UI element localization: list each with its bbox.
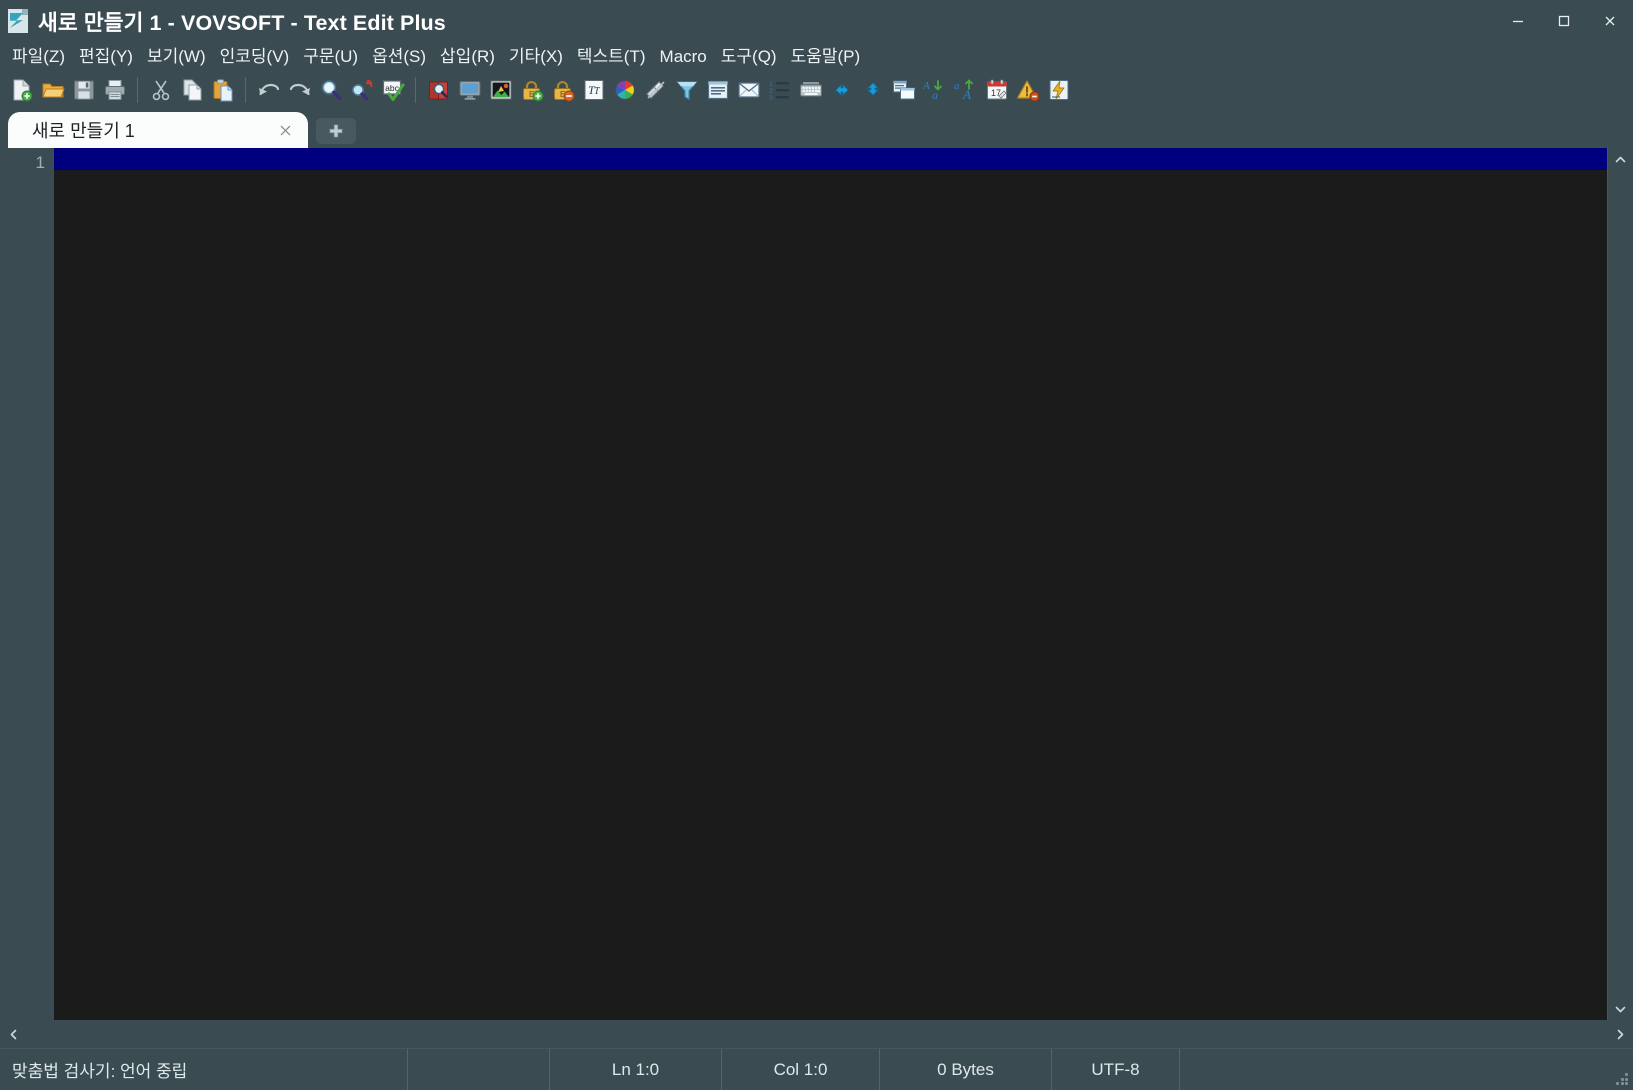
menu-item-tools[interactable]: 도구(Q)	[714, 45, 784, 68]
svg-text:a: a	[932, 88, 938, 102]
close-button[interactable]	[1587, 0, 1633, 42]
chevron-up-icon[interactable]	[1608, 148, 1633, 170]
monitor-preview-icon[interactable]	[454, 74, 485, 106]
save-icon[interactable]	[68, 74, 99, 106]
toolbar-separator	[137, 77, 138, 103]
print-icon[interactable]	[99, 74, 130, 106]
open-folder-icon[interactable]	[37, 74, 68, 106]
window-controls	[1495, 0, 1633, 42]
tab-bar: 새로 만들기 1	[0, 110, 1633, 148]
image-icon[interactable]	[485, 74, 516, 106]
menu-bar: 파일(Z) 편집(Y) 보기(W) 인코딩(V) 구문(U) 옵션(S) 삽입(…	[0, 42, 1633, 70]
window-title: 새로 만들기 1 - VOVSOFT - Text Edit Plus	[38, 10, 446, 35]
chevron-right-icon[interactable]	[1607, 1022, 1633, 1048]
maximize-button[interactable]	[1541, 0, 1587, 42]
spellcheck-icon[interactable]: abc	[377, 74, 408, 106]
warning-triangle-icon[interactable]	[1012, 74, 1043, 106]
menu-item-insert[interactable]: 삽입(R)	[433, 45, 502, 68]
close-icon[interactable]	[272, 117, 298, 143]
toolbar-separator	[245, 77, 246, 103]
svg-text:A: A	[923, 80, 930, 92]
email-icon[interactable]	[733, 74, 764, 106]
status-rest	[1180, 1049, 1633, 1090]
menu-item-encoding[interactable]: 인코딩(V)	[213, 45, 297, 68]
undo-icon[interactable]	[253, 74, 284, 106]
svg-text:3: 3	[769, 95, 773, 102]
menu-item-misc[interactable]: 기타(X)	[502, 45, 570, 68]
menu-item-syntax[interactable]: 구문(U)	[296, 45, 365, 68]
status-line: Ln 1:0	[550, 1049, 722, 1090]
keyboard-icon[interactable]	[795, 74, 826, 106]
encrypt-lock-icon[interactable]: E	[516, 74, 547, 106]
tab-label: 새로 만들기 1	[32, 121, 135, 141]
vertical-arrows-icon[interactable]	[857, 74, 888, 106]
sort-descending-icon[interactable]: A a	[919, 74, 950, 106]
status-encoding[interactable]: UTF-8	[1052, 1049, 1180, 1090]
minimize-button[interactable]	[1495, 0, 1541, 42]
menu-item-options[interactable]: 옵션(S)	[365, 45, 433, 68]
current-line-highlight	[54, 148, 1607, 170]
chevron-down-icon[interactable]	[1608, 998, 1633, 1020]
pen-icon[interactable]	[640, 74, 671, 106]
resize-grip[interactable]	[1615, 1072, 1628, 1085]
toolbar-separator	[415, 77, 416, 103]
svg-text:a: a	[954, 80, 960, 92]
menu-item-macro[interactable]: Macro	[653, 45, 714, 68]
status-bar: 맞춤법 검사기: 언어 중립 Ln 1:0 Col 1:0 0 Bytes UT…	[0, 1048, 1633, 1090]
status-column: Col 1:0	[722, 1049, 880, 1090]
status-spellchecker[interactable]: 맞춤법 검사기: 언어 중립	[0, 1049, 408, 1090]
redo-icon[interactable]	[284, 74, 315, 106]
menu-item-help[interactable]: 도움말(P)	[784, 45, 868, 68]
document-app-icon	[8, 9, 28, 33]
vertical-scrollbar[interactable]	[1607, 148, 1633, 1020]
decrypt-lock-icon[interactable]: E	[547, 74, 578, 106]
code-editor[interactable]	[54, 148, 1607, 1020]
plus-icon[interactable]	[316, 118, 356, 144]
window-merge-icon[interactable]	[888, 74, 919, 106]
new-file-icon[interactable]	[6, 74, 37, 106]
title-bar: 새로 만들기 1 - VOVSOFT - Text Edit Plus	[0, 0, 1633, 42]
find-replace-icon[interactable]	[346, 74, 377, 106]
dictionary-lookup-icon[interactable]	[423, 74, 454, 106]
svg-text:1: 1	[769, 81, 773, 88]
sort-ascending-icon[interactable]: a A	[950, 74, 981, 106]
menu-item-edit[interactable]: 편집(Y)	[72, 45, 140, 68]
menu-item-file[interactable]: 파일(Z)	[5, 45, 72, 68]
status-blank	[408, 1049, 550, 1090]
calendar-icon[interactable]: 17	[981, 74, 1012, 106]
find-icon[interactable]	[315, 74, 346, 106]
macro-lightning-icon[interactable]	[1043, 74, 1074, 106]
line-number: 1	[35, 153, 45, 172]
editor-area: 1	[0, 148, 1633, 1020]
toolbar: abc E E T T 1 2 3 A a a A 17	[0, 70, 1633, 110]
status-filesize: 0 Bytes	[880, 1049, 1052, 1090]
color-wheel-icon[interactable]	[609, 74, 640, 106]
filter-funnel-icon[interactable]	[671, 74, 702, 106]
tab-new-document-1[interactable]: 새로 만들기 1	[8, 112, 308, 148]
menu-item-view[interactable]: 보기(W)	[140, 45, 213, 68]
svg-text:2: 2	[769, 88, 773, 95]
numbered-list-icon[interactable]: 123	[764, 74, 795, 106]
horizontal-arrows-icon[interactable]	[826, 74, 857, 106]
horizontal-scrollbar[interactable]	[0, 1020, 1633, 1048]
chevron-left-icon[interactable]	[0, 1022, 26, 1048]
copy-icon[interactable]	[176, 74, 207, 106]
lines-list-icon[interactable]	[702, 74, 733, 106]
paste-icon[interactable]	[207, 74, 238, 106]
menu-item-text[interactable]: 텍스트(T)	[570, 45, 653, 68]
cut-icon[interactable]	[145, 74, 176, 106]
font-format-icon[interactable]: T T	[578, 74, 609, 106]
line-number-gutter: 1	[0, 148, 54, 1020]
